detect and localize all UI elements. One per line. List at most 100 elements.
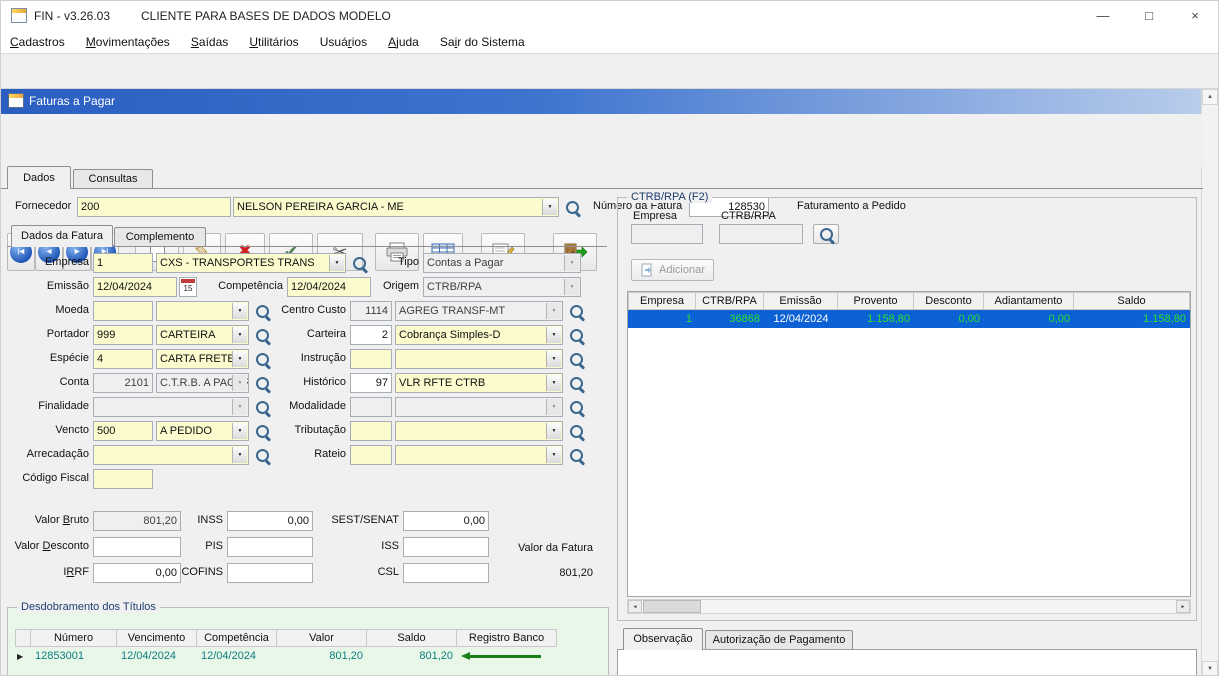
- ctrb-grid-hscrollbar[interactable]: ◄ ►: [627, 599, 1191, 614]
- tab-autorizacao[interactable]: Autorização de Pagamento: [705, 630, 853, 649]
- moeda-code-field[interactable]: [93, 301, 153, 321]
- pis-field[interactable]: [227, 537, 313, 557]
- especie-code-field[interactable]: 4: [93, 349, 153, 369]
- col-header-registro-banco[interactable]: Registro Banco: [457, 629, 557, 647]
- historico-name-combo[interactable]: VLR RFTE CTRB▼: [395, 373, 563, 393]
- col-header-emissao[interactable]: Emissão: [764, 292, 838, 310]
- menu-sair[interactable]: Sair do Sistema: [431, 31, 534, 53]
- col-header-adiantamento[interactable]: Adiantamento: [984, 292, 1074, 310]
- col-header-competencia[interactable]: Competência: [197, 629, 277, 647]
- carteira-lookup-icon[interactable]: [567, 326, 585, 344]
- modalidade-lookup-icon[interactable]: [567, 398, 585, 416]
- instrucao-name-combo[interactable]: ▼: [395, 349, 563, 369]
- menu-movimentacoes[interactable]: Movimentações: [77, 31, 179, 53]
- empresa-name-combo[interactable]: CXS - TRANSPORTES TRANS▼: [156, 253, 346, 273]
- emissao-field[interactable]: 12/04/2024: [93, 277, 177, 297]
- instrucao-lookup-icon[interactable]: [567, 350, 585, 368]
- tab-complemento[interactable]: Complemento: [114, 227, 206, 246]
- emissao-calendar-button[interactable]: 15: [179, 277, 197, 297]
- col-header-saldo[interactable]: Saldo: [367, 629, 457, 647]
- col-header-numero[interactable]: Número: [31, 629, 117, 647]
- scroll-right-button[interactable]: ►: [1176, 600, 1190, 613]
- scroll-up-button[interactable]: ▲: [1202, 89, 1218, 105]
- codigo-fiscal-field[interactable]: [93, 469, 153, 489]
- rateio-combo[interactable]: ▼: [395, 445, 563, 465]
- combo-arrow-icon[interactable]: ▼: [542, 199, 557, 215]
- tributacao-code-field[interactable]: [350, 421, 392, 441]
- portador-code-field[interactable]: 999: [93, 325, 153, 345]
- cofins-field[interactable]: [227, 563, 313, 583]
- sest-senat-field[interactable]: 0,00: [403, 511, 489, 531]
- tributacao-lookup-icon[interactable]: [567, 422, 585, 440]
- col-header-ctrb-rpa[interactable]: CTRB/RPA: [696, 292, 764, 310]
- instrucao-code-field[interactable]: [350, 349, 392, 369]
- historico-code-field[interactable]: 97: [350, 373, 392, 393]
- ctrb-lookup-button[interactable]: [813, 224, 839, 244]
- cell-ctrb-rpa: 36868: [696, 310, 764, 328]
- ctrb-grid: Empresa CTRB/RPA Emissão Provento Descon…: [627, 291, 1191, 597]
- col-header-valor[interactable]: Valor: [277, 629, 367, 647]
- iss-field[interactable]: [403, 537, 489, 557]
- combo-arrow-icon[interactable]: ▼: [232, 447, 247, 463]
- portador-name-combo[interactable]: CARTEIRA▼: [156, 325, 249, 345]
- scroll-down-button[interactable]: ▼: [1202, 661, 1218, 676]
- carteira-code-field[interactable]: 2: [350, 325, 392, 345]
- empresa-code-field[interactable]: 1: [93, 253, 153, 273]
- fornecedor-name-combo[interactable]: NELSON PEREIRA GARCIA - ME ▼: [233, 197, 559, 217]
- menu-utilitarios[interactable]: Utilitários: [240, 31, 307, 53]
- moeda-name-combo[interactable]: ▼: [156, 301, 249, 321]
- observacao-memo[interactable]: [617, 649, 1197, 676]
- menu-cadastros[interactable]: Cadastros: [1, 31, 74, 53]
- vencto-code-field[interactable]: 500: [93, 421, 153, 441]
- combo-arrow-icon[interactable]: ▼: [232, 303, 247, 319]
- rateio-code-field[interactable]: [350, 445, 392, 465]
- maximize-button[interactable]: □: [1126, 1, 1172, 31]
- combo-arrow-icon[interactable]: ▼: [232, 327, 247, 343]
- combo-arrow-icon[interactable]: ▼: [546, 327, 561, 343]
- fornecedor-code-field[interactable]: 200: [77, 197, 231, 217]
- fornecedor-name-value: NELSON PEREIRA GARCIA - ME: [237, 201, 404, 213]
- combo-arrow-icon[interactable]: ▼: [546, 423, 561, 439]
- tab-consultas[interactable]: Consultas: [73, 169, 153, 188]
- especie-name-combo[interactable]: CARTA FRETE▼: [156, 349, 249, 369]
- col-header-provento[interactable]: Provento: [838, 292, 914, 310]
- titulo-row[interactable]: ▶ 12853001 12/04/2024 12/04/2024 801,20 …: [15, 647, 599, 665]
- fornecedor-lookup-icon[interactable]: [563, 198, 581, 216]
- csl-field[interactable]: [403, 563, 489, 583]
- inss-field[interactable]: 0,00: [227, 511, 313, 531]
- valor-bruto-label: Valor Bruto: [5, 514, 89, 526]
- col-header-vencimento[interactable]: Vencimento: [117, 629, 197, 647]
- col-header-desconto[interactable]: Desconto: [914, 292, 984, 310]
- menu-ajuda[interactable]: Ajuda: [379, 31, 428, 53]
- combo-arrow-icon[interactable]: ▼: [232, 423, 247, 439]
- arrecadacao-combo[interactable]: ▼: [93, 445, 249, 465]
- close-button[interactable]: ×: [1172, 1, 1218, 31]
- ctrb-row-selected[interactable]: 1 36868 12/04/2024 1.158,80 0,00 0,00 1.…: [628, 310, 1190, 328]
- menu-usuarios[interactable]: Usuários: [311, 31, 376, 53]
- vencto-name-combo[interactable]: A PEDIDO▼: [156, 421, 249, 441]
- menu-saidas[interactable]: Saídas: [182, 31, 237, 53]
- col-header-saldo[interactable]: Saldo: [1074, 292, 1190, 310]
- vertical-scrollbar[interactable]: ▲ ▼: [1201, 89, 1218, 676]
- historico-label: Histórico: [266, 376, 346, 388]
- combo-arrow-icon[interactable]: ▼: [546, 447, 561, 463]
- tab-dados-fatura[interactable]: Dados da Fatura: [11, 225, 113, 247]
- tab-dados[interactable]: Dados: [7, 166, 71, 189]
- carteira-name-combo[interactable]: Cobrança Simples-D▼: [395, 325, 563, 345]
- adicionar-button[interactable]: Adicionar: [631, 259, 714, 281]
- finalidade-label: Finalidade: [5, 400, 89, 412]
- combo-arrow-icon[interactable]: ▼: [546, 375, 561, 391]
- minimize-button[interactable]: —: [1080, 1, 1126, 31]
- centro-custo-combo: AGREG TRANSF-MT▼: [395, 301, 563, 321]
- tab-observacao[interactable]: Observação: [623, 628, 703, 650]
- col-header-empresa[interactable]: Empresa: [628, 292, 696, 310]
- historico-lookup-icon[interactable]: [567, 374, 585, 392]
- combo-arrow-icon[interactable]: ▼: [232, 351, 247, 367]
- scroll-left-button[interactable]: ◄: [628, 600, 642, 613]
- centro-custo-lookup-icon[interactable]: [567, 302, 585, 320]
- rateio-lookup-icon[interactable]: [567, 446, 585, 464]
- app-title: FIN - v3.26.03: [34, 9, 110, 23]
- combo-arrow-icon[interactable]: ▼: [546, 351, 561, 367]
- hscrollbar-thumb[interactable]: [643, 600, 701, 613]
- tributacao-combo[interactable]: ▼: [395, 421, 563, 441]
